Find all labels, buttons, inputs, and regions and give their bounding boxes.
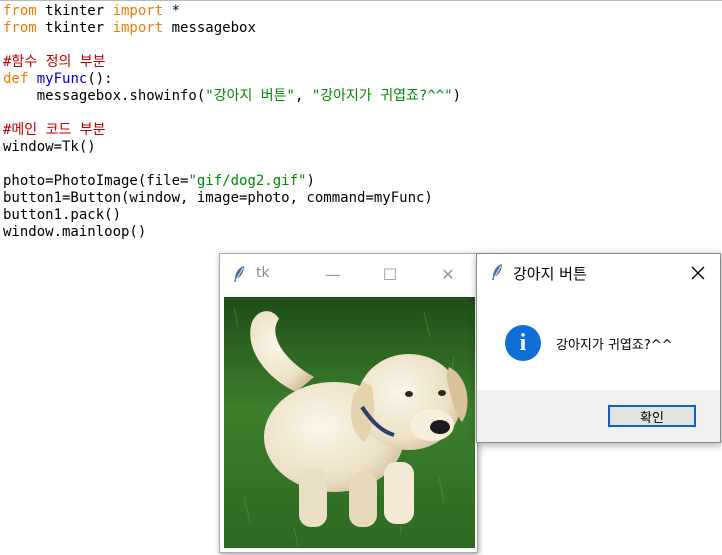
code-text: * bbox=[163, 3, 181, 19]
minimize-button[interactable]: — bbox=[310, 254, 356, 294]
dialog-title: 강아지 버튼 bbox=[513, 265, 587, 283]
code-text: button1.pack() bbox=[3, 207, 122, 223]
ok-button[interactable]: 확인 bbox=[608, 405, 696, 427]
code-text: button1=Button(window, image=photo, comm… bbox=[3, 190, 433, 206]
code-text: (): bbox=[87, 71, 113, 87]
keyword: import bbox=[112, 20, 164, 36]
code-line-12: button1=Button(window, image=photo, comm… bbox=[3, 190, 461, 207]
feather-icon bbox=[492, 264, 502, 280]
comment: #메인 코드 부분 bbox=[3, 122, 106, 138]
keyword: from bbox=[3, 20, 37, 36]
code-text: ) bbox=[306, 173, 315, 189]
string-literal: "강아지가 귀엽죠?^^" bbox=[311, 88, 453, 104]
tk-window-title: tk bbox=[256, 265, 270, 281]
code-line-6: messagebox.showinfo("강아지 버튼", "강아지가 귀엽죠?… bbox=[3, 88, 461, 105]
dog-photo bbox=[224, 297, 475, 548]
code-line-4: #함수 정의 부분 bbox=[3, 54, 461, 71]
code-line-13: button1.pack() bbox=[3, 207, 461, 224]
code-line-14: window.mainloop() bbox=[3, 224, 461, 241]
close-button[interactable]: ✕ bbox=[425, 254, 471, 294]
keyword: import bbox=[112, 3, 164, 19]
messagebox-dialog: 강아지 버튼 i 강아지가 귀엽죠?^^ 확인 bbox=[476, 253, 721, 443]
dialog-message: 강아지가 귀엽죠?^^ bbox=[556, 338, 673, 353]
keyword: from bbox=[3, 3, 37, 19]
code-line-9: window=Tk() bbox=[3, 139, 461, 156]
code-text: messagebox.showinfo( bbox=[3, 88, 206, 104]
comment: #함수 정의 부분 bbox=[3, 54, 106, 70]
feather-icon bbox=[234, 266, 244, 282]
string-literal: "강아지 버튼" bbox=[205, 88, 295, 104]
code-text: photo=PhotoImage(file= bbox=[3, 173, 189, 189]
code-line-1: from tkinter import * bbox=[3, 3, 461, 20]
code-text: window=Tk() bbox=[3, 139, 96, 155]
tk-title-bar[interactable]: tk — ☐ ✕ bbox=[220, 254, 477, 294]
code-line-8: #메인 코드 부분 bbox=[3, 122, 461, 139]
dialog-footer: 확인 bbox=[477, 390, 720, 442]
dialog-close-button[interactable] bbox=[683, 261, 713, 285]
info-icon: i bbox=[505, 325, 541, 361]
code-line-2: from tkinter import messagebox bbox=[3, 20, 461, 37]
dog-photo-button[interactable] bbox=[224, 297, 475, 548]
code-text: ) bbox=[452, 88, 462, 104]
keyword: def bbox=[3, 71, 29, 87]
editor-top-border bbox=[0, 0, 722, 1]
code-text: tkinter bbox=[36, 3, 113, 19]
code-text: , bbox=[294, 88, 312, 104]
dialog-title-bar[interactable]: 강아지 버튼 bbox=[477, 254, 720, 292]
tk-window: tk — ☐ ✕ bbox=[219, 253, 478, 553]
code-text: messagebox bbox=[163, 20, 256, 36]
code-line-5: def myFunc(): bbox=[3, 71, 461, 88]
code-editor[interactable]: from tkinter import * from tkinter import… bbox=[3, 3, 461, 241]
function-name: myFunc bbox=[36, 71, 88, 87]
maximize-button[interactable]: ☐ bbox=[367, 254, 413, 294]
code-text: tkinter bbox=[36, 20, 113, 36]
string-literal: "gif/dog2.gif" bbox=[188, 173, 307, 189]
code-line-11: photo=PhotoImage(file="gif/dog2.gif") bbox=[3, 173, 461, 190]
code-text: window.mainloop() bbox=[3, 224, 147, 240]
close-icon bbox=[691, 266, 705, 280]
